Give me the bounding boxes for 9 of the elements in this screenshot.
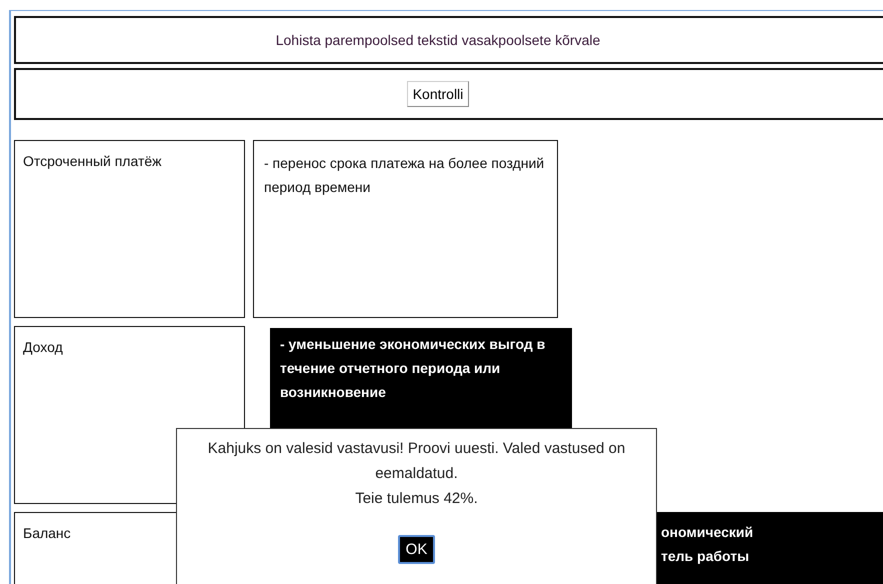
check-button[interactable]: Kontrolli [406, 81, 470, 107]
dialog-message: Kahjuks on valesid vastavusi! Proovi uuesti. Valed vastused on eemaldatud. [206, 439, 626, 484]
answer-card[interactable]: - уменьшение экономических выгод в течение отчетного периода или возникновение [270, 328, 572, 428]
answer-card[interactable]: - перенос срока платежа на более поздний период времени [253, 140, 558, 318]
term-card: Отсроченный платёж [14, 140, 245, 318]
answer-card[interactable]: ономический тель работы [657, 512, 883, 584]
dialog-result: Teie tulemus 42%. [354, 489, 479, 509]
instruction-text: Lohista parempoolsed tekstid vasakpoolsete kõrvale [276, 32, 600, 48]
ok-button[interactable]: OK [398, 535, 436, 564]
